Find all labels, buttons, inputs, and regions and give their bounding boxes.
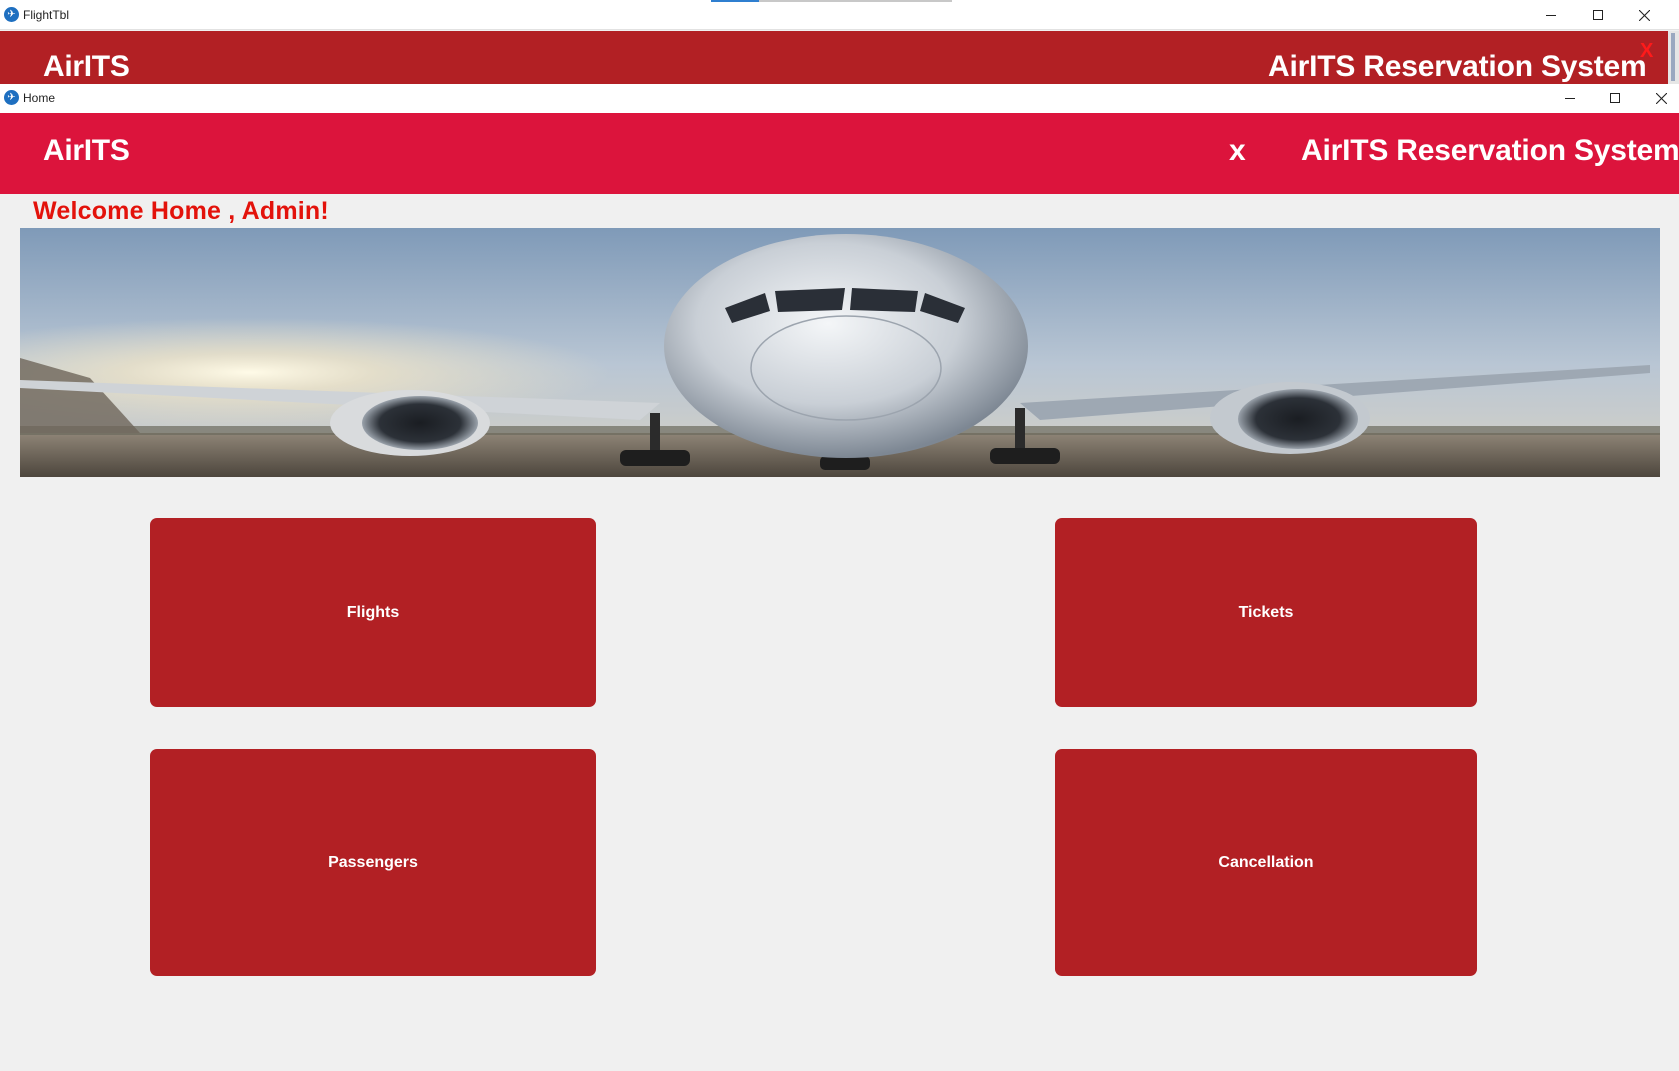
cancellation-button[interactable]: Cancellation	[1055, 749, 1477, 976]
system-title: AirITS Reservation System	[1268, 50, 1647, 83]
close-button[interactable]	[1621, 1, 1667, 29]
flighttbl-close-label[interactable]: X	[1640, 40, 1653, 63]
passengers-button-label: Passengers	[328, 853, 418, 871]
system-title: AirITS Reservation System	[1301, 134, 1679, 167]
maximize-icon	[1593, 10, 1603, 20]
brand-title: AirITS	[43, 134, 130, 167]
flights-button[interactable]: Flights	[150, 518, 596, 707]
flighttbl-header: AirITS AirITS Reservation System	[0, 31, 1668, 84]
maximize-button[interactable]	[1575, 1, 1621, 29]
close-icon	[1655, 92, 1667, 104]
airplane-app-icon: ✈	[4, 90, 19, 105]
tickets-button-label: Tickets	[1238, 603, 1294, 621]
header-close-button[interactable]: x	[1229, 134, 1246, 168]
scrollbar-thumb[interactable]	[1671, 33, 1675, 81]
minimize-button[interactable]	[1528, 1, 1574, 29]
airplane-illustration	[20, 228, 1660, 477]
close-icon	[1638, 9, 1650, 21]
welcome-message: Welcome Home , Admin!	[33, 197, 329, 225]
flights-button-label: Flights	[346, 603, 400, 621]
scrollbar[interactable]	[1668, 31, 1679, 84]
airplane-app-icon: ✈	[4, 7, 19, 22]
minimize-icon	[1546, 15, 1556, 16]
minimize-button[interactable]	[1547, 84, 1593, 112]
flighttbl-window-titlebar[interactable]: ✈ FlightTbl	[0, 0, 1679, 30]
airplane-banner-image	[20, 228, 1660, 477]
home-header: AirITS x AirITS Reservation System	[0, 113, 1679, 194]
cancellation-button-label: Cancellation	[1218, 853, 1314, 871]
passengers-button[interactable]: Passengers	[150, 749, 596, 976]
window-title: FlightTbl	[23, 8, 70, 22]
home-window-titlebar[interactable]: ✈ Home	[0, 84, 1679, 113]
tickets-button[interactable]: Tickets	[1055, 518, 1477, 707]
maximize-button[interactable]	[1592, 84, 1638, 112]
maximize-icon	[1610, 93, 1620, 103]
taskbar-accent	[711, 0, 759, 2]
brand-title: AirITS	[43, 50, 130, 83]
taskbar-accent	[759, 0, 952, 2]
minimize-icon	[1565, 98, 1575, 99]
window-title: Home	[23, 91, 56, 105]
close-button[interactable]	[1638, 84, 1679, 112]
